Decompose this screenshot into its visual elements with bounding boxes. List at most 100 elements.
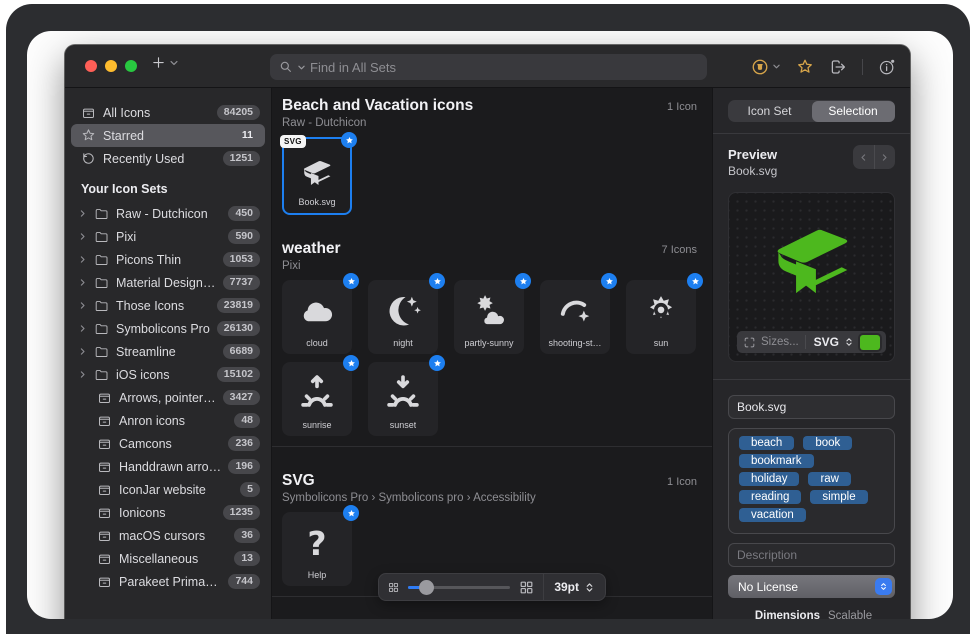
tags-box[interactable]: beach book bookmark holiday raw reading simple…: [728, 428, 895, 534]
inspector-tabs: Icon Set Selection: [728, 100, 895, 122]
zoom-button[interactable]: [125, 60, 137, 72]
previous-icon-button[interactable]: [853, 145, 874, 169]
icon-cell-sunrise[interactable]: sunrise: [282, 362, 352, 436]
icon-cell-shooting-star[interactable]: shooting-st…: [540, 280, 610, 354]
folder-icon: [94, 321, 109, 336]
export-icon: [829, 58, 847, 76]
tab-selection[interactable]: Selection: [812, 101, 895, 122]
tag-holiday[interactable]: holiday: [739, 472, 799, 486]
tag-beach[interactable]: beach: [739, 436, 794, 450]
section-divider: [272, 446, 712, 447]
search-input[interactable]: [310, 60, 698, 75]
icon-cell-cloud[interactable]: cloud: [282, 280, 352, 354]
tag-row: holiday raw: [735, 472, 888, 486]
star-badge[interactable]: [343, 505, 359, 521]
plus-icon: [151, 55, 166, 70]
icon-cell-night[interactable]: night: [368, 280, 438, 354]
icon-size-stepper[interactable]: 39pt: [552, 580, 597, 594]
sidebar-set-streamline[interactable]: Streamline6689: [71, 340, 265, 363]
minimize-button[interactable]: [105, 60, 117, 72]
icon-size-slider[interactable]: [408, 586, 510, 589]
set-count-badge: 36: [234, 528, 260, 543]
disclosure-chevron-icon: [78, 255, 87, 264]
sidebar-item-starred[interactable]: Starred11: [71, 124, 265, 147]
color-swatch[interactable]: [860, 335, 880, 350]
tab-icon-set[interactable]: Icon Set: [728, 100, 811, 122]
icon-cell-book[interactable]: SVGBook.svg: [282, 137, 352, 215]
icon-cell-partly-sunny[interactable]: partly-sunny: [454, 280, 524, 354]
tag-book[interactable]: book: [803, 436, 852, 450]
set-count-badge: 196: [228, 459, 260, 474]
metadata: DimensionsScalableImport Date08 Jul 2017: [728, 610, 895, 619]
icon-size-value: 39pt: [554, 580, 579, 594]
sidebar-set-symbolicons-pro[interactable]: Symbolicons Pro26130: [71, 317, 265, 340]
close-button[interactable]: [85, 60, 97, 72]
export-button[interactable]: [829, 58, 847, 76]
tag-simple[interactable]: simple: [810, 490, 867, 504]
grid-small-icon[interactable]: [387, 581, 400, 594]
sizes-dropdown[interactable]: Sizes...: [761, 336, 805, 348]
preview-canvas: Sizes... SVG: [728, 192, 895, 362]
preview-nav: [853, 145, 895, 169]
item-count-badge: 11: [235, 128, 260, 143]
sidebar-set-macos-cursors[interactable]: macOS cursors36: [71, 524, 265, 547]
inspector-panel: Icon Set Selection Preview Book.svg: [712, 88, 910, 619]
tag-vacation[interactable]: vacation: [739, 508, 806, 522]
sidebar-set-picons-thin[interactable]: Picons Thin1053: [71, 248, 265, 271]
format-stepper[interactable]: [844, 337, 854, 347]
section-icon-count: 1 Icon: [667, 97, 697, 113]
sidebar-set-iconjar-website[interactable]: IconJar website5: [71, 478, 265, 501]
description-field[interactable]: [728, 543, 895, 567]
section-breadcrumb: Raw - Dutchicon: [282, 115, 473, 131]
icon-cell-sun[interactable]: sun: [626, 280, 696, 354]
set-count-badge: 48: [234, 413, 260, 428]
sidebar-set-ios-icons[interactable]: iOS icons15102: [71, 363, 265, 386]
sidebar-set-parakeet-primaries[interactable]: Parakeet Primaries744: [71, 570, 265, 593]
set-count-badge: 236: [228, 436, 260, 451]
sidebar-set-material-design-ic-[interactable]: Material Design Ic…7737: [71, 271, 265, 294]
star-badge[interactable]: [515, 273, 531, 289]
new-set-button[interactable]: [151, 55, 179, 70]
grid-large-icon[interactable]: [518, 579, 535, 596]
sidebar-set-pixi[interactable]: Pixi590: [71, 225, 265, 248]
sidebar-item-recently-used[interactable]: Recently Used1251: [71, 147, 265, 170]
tag-bookmark[interactable]: bookmark: [739, 454, 814, 468]
sidebar-set-those-icons[interactable]: Those Icons23819: [71, 294, 265, 317]
star-badge[interactable]: [429, 355, 445, 371]
titlebar-separator: [862, 59, 863, 75]
icon-cell-help[interactable]: ?Help: [282, 512, 352, 586]
sidebar-set-label: IconJar website: [119, 483, 233, 497]
sidebar-item-all-icons[interactable]: All Icons84205: [71, 101, 265, 124]
next-icon-button[interactable]: [874, 145, 896, 169]
star-badge[interactable]: [343, 355, 359, 371]
icon-name-field[interactable]: [728, 395, 895, 419]
sidebar-set-ionicons[interactable]: Ionicons1235: [71, 501, 265, 524]
tag-reading[interactable]: reading: [739, 490, 801, 504]
icon-section: weatherPixi7 Iconscloudnightpartly-sunny…: [282, 240, 697, 436]
star-filter-button[interactable]: [796, 58, 814, 76]
license-dropdown[interactable]: No License: [728, 575, 895, 598]
set-count-badge: 1235: [223, 505, 260, 520]
star-badge[interactable]: [341, 132, 357, 148]
icon-cell-label: Book.svg: [298, 197, 335, 207]
star-badge[interactable]: [687, 273, 703, 289]
search-field[interactable]: [270, 54, 707, 80]
sidebar-set-handdrawn-arrows[interactable]: Handdrawn arrows196: [71, 455, 265, 478]
preview-toolbar-separator: [805, 335, 806, 349]
sidebar-set-miscellaneous[interactable]: Miscellaneous13: [71, 547, 265, 570]
star-badge[interactable]: [343, 273, 359, 289]
tag-raw[interactable]: raw: [808, 472, 851, 486]
sidebar-set-raw-dutchicon[interactable]: Raw - Dutchicon450: [71, 202, 265, 225]
info-button[interactable]: [878, 58, 896, 76]
star-badge[interactable]: [429, 273, 445, 289]
sidebar-set-label: Material Design Ic…: [116, 276, 216, 290]
slider-thumb[interactable]: [419, 580, 434, 595]
sidebar-set-anron-icons[interactable]: Anron icons48: [71, 409, 265, 432]
sidebar-set-arrows-pointers-[interactable]: Arrows, pointers…3427: [71, 386, 265, 409]
folder-icon: [94, 298, 109, 313]
jar-menu-button[interactable]: [751, 58, 781, 76]
icon-cell-label: cloud: [306, 338, 328, 348]
sidebar-set-camcons[interactable]: Camcons236: [71, 432, 265, 455]
icon-cell-sunset[interactable]: sunset: [368, 362, 438, 436]
star-badge[interactable]: [601, 273, 617, 289]
